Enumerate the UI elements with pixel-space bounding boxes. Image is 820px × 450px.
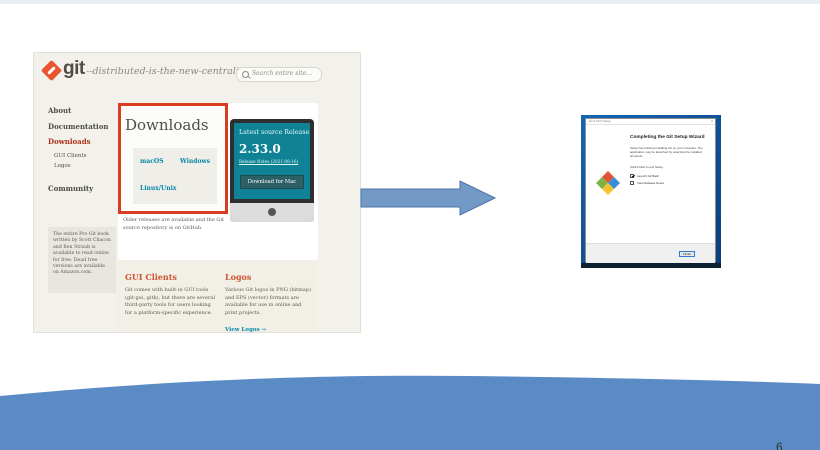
- nav-community[interactable]: Community: [48, 184, 93, 193]
- git-website-screenshot: git --distributed-is-the-new-centralized…: [33, 52, 361, 333]
- gui-clients-title[interactable]: GUI Clients: [125, 272, 177, 282]
- nav-about[interactable]: About: [48, 106, 71, 115]
- nav-downloads[interactable]: Downloads: [48, 137, 91, 146]
- logos-desc: Various Git logos in PNG (bitmap) and EP…: [225, 287, 312, 316]
- wizard-footer: Finish: [586, 243, 715, 263]
- close-icon[interactable]: ×: [711, 119, 713, 123]
- launch-git-bash-checkbox[interactable]: [630, 174, 634, 178]
- platform-links: macOS Windows Linux/Unix: [133, 148, 217, 204]
- downloads-highlight-box: Downloads macOS Windows Linux/Unix: [118, 103, 228, 214]
- search-input[interactable]: Search entire site...: [236, 67, 322, 82]
- git-site-header: git --distributed-is-the-new-centralized…: [34, 53, 360, 97]
- setup-wizard-dialog: Git 2.33.0 Setup × Completing the Git Se…: [585, 118, 716, 263]
- view-release-notes-label[interactable]: View Release Notes: [637, 181, 664, 185]
- older-releases-text: Older releases are available and the Git…: [123, 217, 225, 231]
- search-placeholder: Search entire site...: [252, 70, 312, 77]
- git-tagline: --distributed-is-the-new-centralized: [86, 66, 256, 77]
- view-release-notes-checkbox[interactable]: [630, 181, 634, 185]
- git-setup-wizard-screenshot: Git 2.33.0 Setup × Completing the Git Se…: [581, 115, 721, 268]
- view-logos-link[interactable]: View Logos →: [225, 327, 266, 332]
- linux-link[interactable]: Linux/Unix: [140, 185, 176, 192]
- gui-clients-desc: Git comes with built-in GUI tools (git-g…: [125, 287, 215, 316]
- git-logo-text: git: [63, 58, 85, 79]
- wizard-window-title: Git 2.33.0 Setup: [589, 119, 611, 123]
- gui-logos-section: GUI Clients Git comes with built-in GUI …: [118, 260, 318, 332]
- windows-link[interactable]: Windows: [180, 158, 210, 165]
- release-notes-text: Release Notes (2021-08-16): [239, 159, 299, 164]
- latest-version: 2.33.0: [239, 142, 281, 156]
- apple-logo-icon: [268, 208, 276, 216]
- imac-monitor-graphic: Latest source Release 2.33.0 Release Not…: [230, 119, 314, 222]
- imac-chin: [230, 203, 314, 222]
- nav-documentation[interactable]: Documentation: [48, 122, 108, 131]
- slide-top-strip: [0, 0, 820, 4]
- wizard-body-text: Setup has finished installing Git on you…: [630, 146, 703, 159]
- launch-git-bash-label[interactable]: Launch Git Bash: [637, 174, 659, 178]
- wizard-side-panel: [586, 126, 626, 242]
- download-for-mac-button[interactable]: Download for Mac: [240, 175, 304, 189]
- search-icon: [242, 71, 249, 78]
- nav-logos[interactable]: Logos: [54, 162, 71, 171]
- downloads-title: Downloads: [125, 116, 209, 134]
- nav-gui-clients[interactable]: GUI Clients: [54, 152, 87, 161]
- pro-git-promo: The entire Pro Git book written by Scott…: [48, 227, 116, 293]
- bottom-wave-decoration: [0, 375, 820, 450]
- wizard-finish-note: Click Finish to exit Setup.: [630, 165, 664, 169]
- wizard-heading: Completing the Git Setup Wizard: [630, 135, 705, 140]
- release-notes-link[interactable]: Release Notes (2021-08-16): [239, 159, 298, 164]
- finish-button[interactable]: Finish: [679, 251, 695, 257]
- git-logo-icon: [40, 59, 63, 82]
- windows-taskbar: [581, 263, 721, 268]
- latest-release-label: Latest source Release: [239, 129, 310, 136]
- page-number: 6: [776, 440, 783, 450]
- macos-link[interactable]: macOS: [140, 158, 163, 165]
- logos-title[interactable]: Logos: [225, 272, 251, 282]
- imac-screen: Latest source Release 2.33.0 Release Not…: [234, 123, 310, 199]
- wizard-titlebar: Git 2.33.0 Setup ×: [586, 119, 715, 125]
- git-for-windows-logo-icon: [596, 171, 620, 195]
- right-arrow-icon: [360, 180, 496, 216]
